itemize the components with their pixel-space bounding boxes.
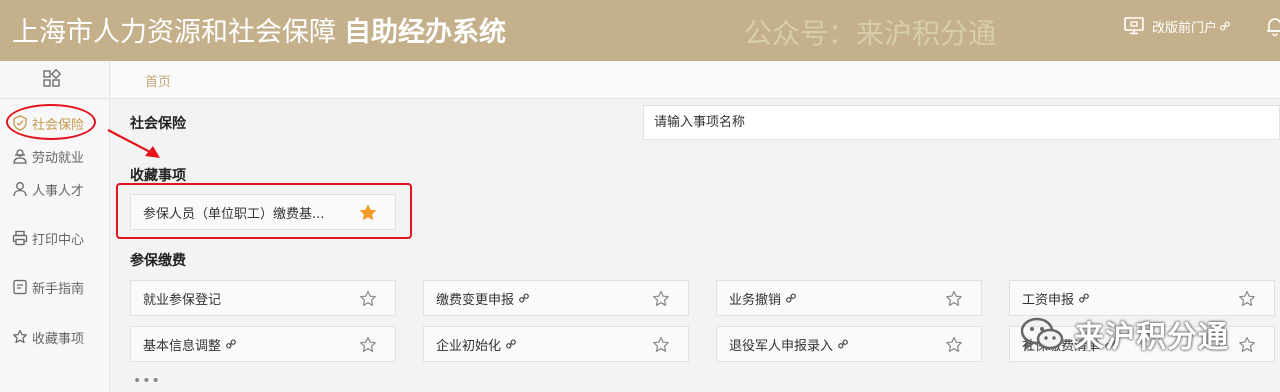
old-portal-link[interactable]: 改版前门户	[1124, 16, 1230, 36]
app-title: 上海市人力资源和社会保障 自助经办系统	[12, 10, 506, 49]
service-card[interactable]: 业务撤销	[716, 280, 982, 316]
sidebar-divider	[0, 98, 110, 99]
sidebar-item-label: 收藏事项	[32, 331, 85, 347]
worker-icon	[13, 149, 27, 164]
person-icon	[13, 182, 27, 197]
sidebar-item-beginner-guide[interactable]: 新手指南	[12, 276, 84, 298]
payment-section-title: 参保缴费	[130, 253, 186, 269]
service-label: 业务撤销	[729, 292, 782, 308]
sidebar-item-employment[interactable]: 劳动就业	[12, 145, 84, 167]
app-title-main: 上海市人力资源和社会保障	[12, 17, 336, 48]
star-outline-icon[interactable]	[652, 336, 670, 354]
star-outline-icon[interactable]	[945, 290, 963, 308]
service-label: 工资申报	[1022, 292, 1075, 308]
service-label: 企业初始化	[436, 338, 502, 354]
link-icon	[506, 339, 516, 349]
breadcrumb: 首页	[111, 61, 1280, 99]
old-portal-label: 改版前门户	[1152, 20, 1218, 36]
service-label: 退役军人申报录入	[729, 338, 834, 354]
header-bar: 上海市人力资源和社会保障 自助经办系统 公众号：来沪积分通 改版前门户	[0, 0, 1280, 61]
apps-icon[interactable]	[42, 69, 62, 89]
highlight-ellipse	[6, 104, 96, 140]
service-label: 基本信息调整	[143, 338, 222, 354]
link-icon	[1220, 21, 1230, 31]
star-outline-icon[interactable]	[1238, 336, 1256, 354]
service-card[interactable]: 企业初始化	[423, 326, 689, 362]
sidebar-item-label: 打印中心	[32, 232, 85, 248]
sidebar-item-label: 人事人才	[32, 183, 85, 199]
breadcrumb-home[interactable]: 首页	[145, 71, 171, 90]
service-card[interactable]: 缴费变更申报	[423, 280, 689, 316]
service-card[interactable]: 基本信息调整	[130, 326, 396, 362]
watermark-label: 来沪积分通	[1074, 320, 1229, 355]
favorites-section-title: 收藏事项	[130, 168, 186, 184]
link-icon	[786, 293, 796, 303]
star-outline-icon[interactable]	[359, 336, 377, 354]
star-outline-icon[interactable]	[359, 290, 377, 308]
bell-icon[interactable]	[1266, 16, 1280, 36]
search-input[interactable]	[644, 106, 1279, 139]
link-icon	[519, 293, 529, 303]
more-items-button[interactable]: •••	[133, 373, 161, 389]
link-icon	[226, 339, 236, 349]
monitor-icon	[1124, 17, 1144, 35]
wechat-watermark: 来沪积分通	[1020, 312, 1229, 356]
service-card[interactable]: 退役军人申报录入	[716, 326, 982, 362]
service-card[interactable]: 工资申报	[1009, 280, 1275, 316]
star-outline-icon[interactable]	[652, 290, 670, 308]
link-icon	[1079, 293, 1089, 303]
star-outline-icon[interactable]	[1238, 290, 1256, 308]
sidebar-item-label: 劳动就业	[32, 150, 85, 166]
star-outline-icon[interactable]	[945, 336, 963, 354]
wechat-icon	[1020, 317, 1064, 351]
link-icon	[838, 339, 848, 349]
service-label: 就业参保登记	[143, 292, 222, 308]
annotation-arrow	[107, 129, 160, 158]
sidebar-item-talent[interactable]: 人事人才	[12, 178, 84, 200]
sidebar-item-print-center[interactable]: 打印中心	[12, 227, 84, 249]
sidebar-item-favorites[interactable]: 收藏事项	[12, 326, 84, 348]
app-title-sub: 自助经办系统	[344, 17, 506, 48]
sidebar-item-label: 新手指南	[32, 281, 85, 297]
star-outline-icon	[13, 329, 27, 344]
highlight-rectangle	[116, 183, 412, 239]
watermark-text: 公众号：来沪积分通	[744, 17, 997, 50]
search-box[interactable]	[643, 105, 1280, 140]
guide-icon	[13, 279, 27, 295]
service-label: 缴费变更申报	[436, 292, 515, 308]
printer-icon	[12, 230, 28, 246]
service-card[interactable]: 就业参保登记	[130, 280, 396, 316]
